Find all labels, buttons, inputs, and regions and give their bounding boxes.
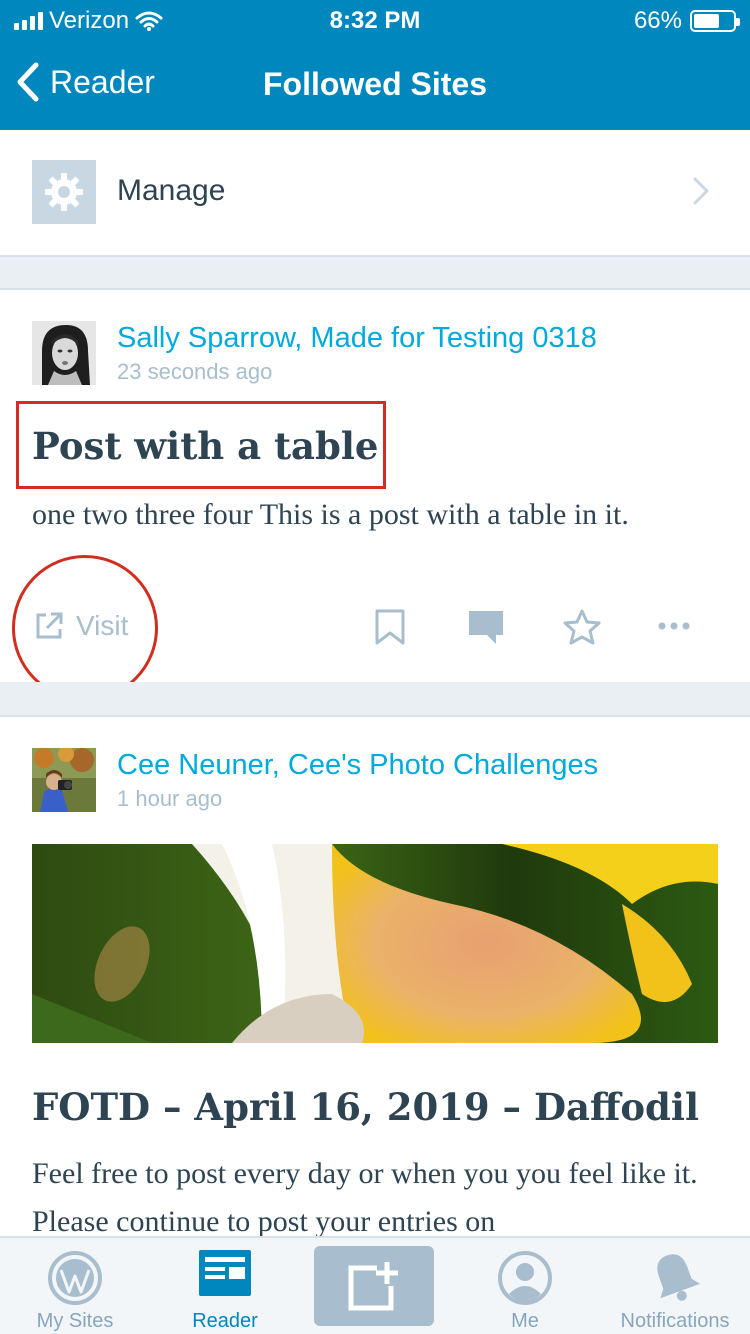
author-avatar[interactable] — [32, 748, 96, 812]
tab-my-sites[interactable]: My Sites — [0, 1238, 150, 1334]
post-timestamp: 23 seconds ago — [117, 359, 273, 384]
annotation-title-highlight — [16, 401, 386, 489]
section-divider — [0, 682, 750, 717]
post-author[interactable]: Sally Sparrow, Made for Testing 0318 — [117, 322, 597, 355]
app-header: Verizon 8:32 PM 66% Reader Followed Site… — [0, 0, 750, 130]
post-excerpt[interactable]: one two three four This is a post with a… — [32, 491, 722, 539]
tab-me[interactable]: Me — [450, 1238, 600, 1334]
tab-notifications[interactable]: Notifications — [600, 1238, 750, 1334]
status-bar: Verizon 8:32 PM 66% — [0, 0, 750, 40]
manage-icon-box — [32, 160, 96, 224]
gear-icon — [45, 173, 83, 211]
post-timestamp: 1 hour ago — [117, 786, 223, 811]
tab-label: My Sites — [36, 1310, 114, 1332]
manage-label: Manage — [117, 174, 226, 207]
comment-icon[interactable] — [466, 608, 506, 646]
more-icon[interactable] — [656, 620, 692, 632]
tab-label: Me — [511, 1310, 539, 1332]
battery-icon — [690, 10, 740, 32]
section-divider — [0, 257, 750, 290]
battery-indicator: 66% — [633, 7, 740, 35]
page-title: Followed Sites — [262, 66, 488, 102]
tab-label: Notifications — [620, 1310, 730, 1332]
tab-label: Reader — [192, 1310, 258, 1332]
post-excerpt[interactable]: Feel free to post every day or when you … — [32, 1150, 722, 1246]
post-featured-image[interactable] — [32, 844, 718, 1043]
write-post-button[interactable] — [314, 1246, 434, 1326]
reader-icon — [199, 1250, 251, 1296]
post-title[interactable]: FOTD – April 16, 2019 – Daffodil — [32, 1085, 699, 1129]
wordpress-icon — [48, 1251, 102, 1305]
bookmark-icon[interactable] — [374, 608, 406, 646]
post-author[interactable]: Cee Neuner, Cee's Photo Challenges — [117, 749, 598, 782]
bell-icon — [657, 1254, 700, 1301]
author-avatar[interactable] — [32, 321, 96, 385]
battery-percent: 66% — [633, 7, 682, 34]
annotation-visit-highlight — [12, 555, 158, 701]
write-post-icon — [348, 1262, 398, 1311]
chevron-right-icon — [693, 177, 709, 205]
star-icon[interactable] — [562, 608, 602, 646]
navigation-bar: Reader Followed Sites — [0, 48, 750, 120]
manage-row[interactable]: Manage — [0, 130, 750, 257]
user-icon — [498, 1251, 552, 1305]
tab-bar: My Sites Reader Me Notifications — [0, 1236, 750, 1334]
tab-reader[interactable]: Reader — [150, 1238, 300, 1334]
